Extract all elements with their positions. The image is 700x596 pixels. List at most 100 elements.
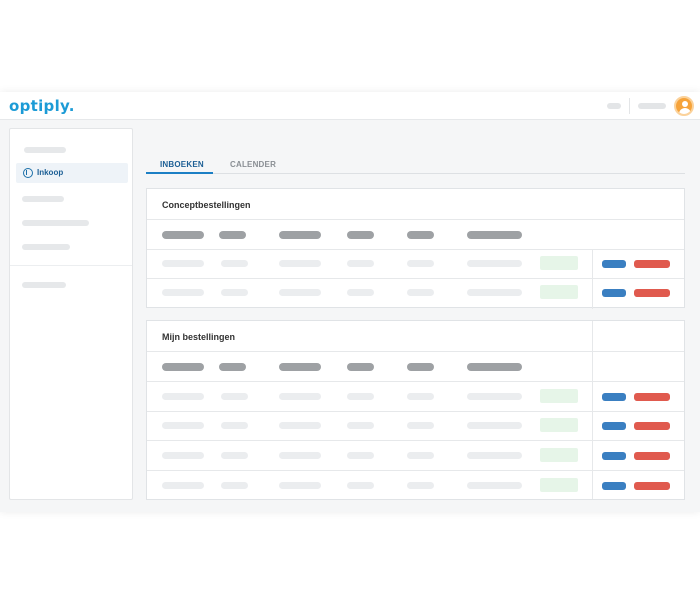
- cell-placeholder: [221, 393, 248, 400]
- euro-circle-icon: [23, 168, 33, 178]
- cell-placeholder: [347, 393, 374, 400]
- edit-button[interactable]: [602, 289, 626, 297]
- edit-button[interactable]: [602, 393, 626, 401]
- cell-placeholder: [347, 422, 374, 429]
- cell-placeholder: [467, 260, 522, 267]
- optiply-logo[interactable]: optiply.: [9, 97, 75, 115]
- row-divider: [147, 381, 684, 382]
- row-divider: [147, 411, 684, 412]
- cell-placeholder: [221, 482, 248, 489]
- column-header[interactable]: [279, 363, 321, 371]
- cell-placeholder: [467, 393, 522, 400]
- status-badge: [540, 448, 578, 462]
- cell-placeholder: [221, 289, 248, 296]
- sidebar-item-placeholder[interactable]: [24, 147, 66, 153]
- cell-placeholder: [407, 452, 434, 459]
- cell-placeholder: [407, 393, 434, 400]
- row-divider: [147, 351, 684, 352]
- sidebar-item-placeholder[interactable]: [22, 196, 64, 202]
- cell-placeholder: [347, 289, 374, 296]
- cell-placeholder: [279, 452, 321, 459]
- avatar-head: [682, 101, 688, 107]
- sidebar: Inkoop: [9, 128, 133, 500]
- topbar-divider: [629, 98, 630, 114]
- column-header[interactable]: [219, 231, 246, 239]
- column-header[interactable]: [162, 363, 204, 371]
- column-divider: [592, 249, 593, 309]
- row-divider: [147, 440, 684, 441]
- edit-button[interactable]: [602, 422, 626, 430]
- column-header[interactable]: [279, 231, 321, 239]
- status-badge: [540, 418, 578, 432]
- delete-button[interactable]: [634, 482, 670, 490]
- cell-placeholder: [279, 422, 321, 429]
- cell-placeholder: [162, 482, 204, 489]
- delete-button[interactable]: [634, 260, 670, 268]
- cell-placeholder: [467, 422, 522, 429]
- cell-placeholder: [347, 482, 374, 489]
- cell-placeholder: [347, 452, 374, 459]
- status-badge: [540, 478, 578, 492]
- cell-placeholder: [162, 452, 204, 459]
- cell-placeholder: [467, 289, 522, 296]
- cell-placeholder: [221, 422, 248, 429]
- column-header[interactable]: [467, 231, 522, 239]
- cell-placeholder: [221, 452, 248, 459]
- delete-button[interactable]: [634, 452, 670, 460]
- user-avatar-icon[interactable]: [674, 96, 694, 116]
- delete-button[interactable]: [634, 289, 670, 297]
- tab-bar-divider: [146, 173, 685, 174]
- column-header[interactable]: [407, 231, 434, 239]
- column-header[interactable]: [347, 231, 374, 239]
- cell-placeholder: [347, 260, 374, 267]
- column-header[interactable]: [219, 363, 246, 371]
- edit-button[interactable]: [602, 482, 626, 490]
- topbar-placeholder[interactable]: [607, 103, 621, 109]
- cell-placeholder: [162, 422, 204, 429]
- edit-button[interactable]: [602, 452, 626, 460]
- column-header[interactable]: [162, 231, 204, 239]
- cell-placeholder: [221, 260, 248, 267]
- column-header[interactable]: [347, 363, 374, 371]
- sidebar-item-placeholder[interactable]: [22, 220, 89, 226]
- row-divider: [147, 278, 684, 279]
- sidebar-item-placeholder[interactable]: [22, 282, 66, 288]
- cell-placeholder: [467, 452, 522, 459]
- cell-placeholder: [162, 289, 204, 296]
- top-bar: optiply.: [0, 92, 700, 120]
- cell-placeholder: [467, 482, 522, 489]
- cell-placeholder: [407, 422, 434, 429]
- cell-placeholder: [407, 482, 434, 489]
- delete-button[interactable]: [634, 422, 670, 430]
- column-header[interactable]: [407, 363, 434, 371]
- tab-calender[interactable]: CALENDER: [230, 160, 276, 169]
- section-title: Conceptbestellingen: [162, 200, 251, 210]
- row-divider: [147, 249, 684, 250]
- cell-placeholder: [407, 289, 434, 296]
- column-header[interactable]: [467, 363, 522, 371]
- tab-inboeken[interactable]: INBOEKEN: [160, 160, 204, 169]
- concept-orders-card: Conceptbestellingen: [146, 188, 685, 309]
- delete-button[interactable]: [634, 393, 670, 401]
- topbar-user-name-placeholder[interactable]: [638, 103, 666, 109]
- cell-placeholder: [279, 393, 321, 400]
- row-divider: [147, 219, 684, 220]
- status-badge: [540, 256, 578, 270]
- cell-placeholder: [162, 393, 204, 400]
- my-orders-card: Mijn bestellingen: [146, 320, 685, 500]
- section-title: Mijn bestellingen: [162, 332, 236, 342]
- edit-button[interactable]: [602, 260, 626, 268]
- sidebar-divider: [10, 265, 132, 266]
- sidebar-item-inkoop[interactable]: Inkoop: [16, 163, 128, 183]
- avatar-body: [679, 108, 691, 114]
- cell-placeholder: [279, 289, 321, 296]
- column-divider: [592, 321, 593, 499]
- row-divider: [147, 470, 684, 471]
- sidebar-item-placeholder[interactable]: [22, 244, 70, 250]
- cell-placeholder: [407, 260, 434, 267]
- status-badge: [540, 285, 578, 299]
- active-tab-indicator: [146, 172, 213, 174]
- cell-placeholder: [279, 260, 321, 267]
- status-badge: [540, 389, 578, 403]
- cell-placeholder: [162, 260, 204, 267]
